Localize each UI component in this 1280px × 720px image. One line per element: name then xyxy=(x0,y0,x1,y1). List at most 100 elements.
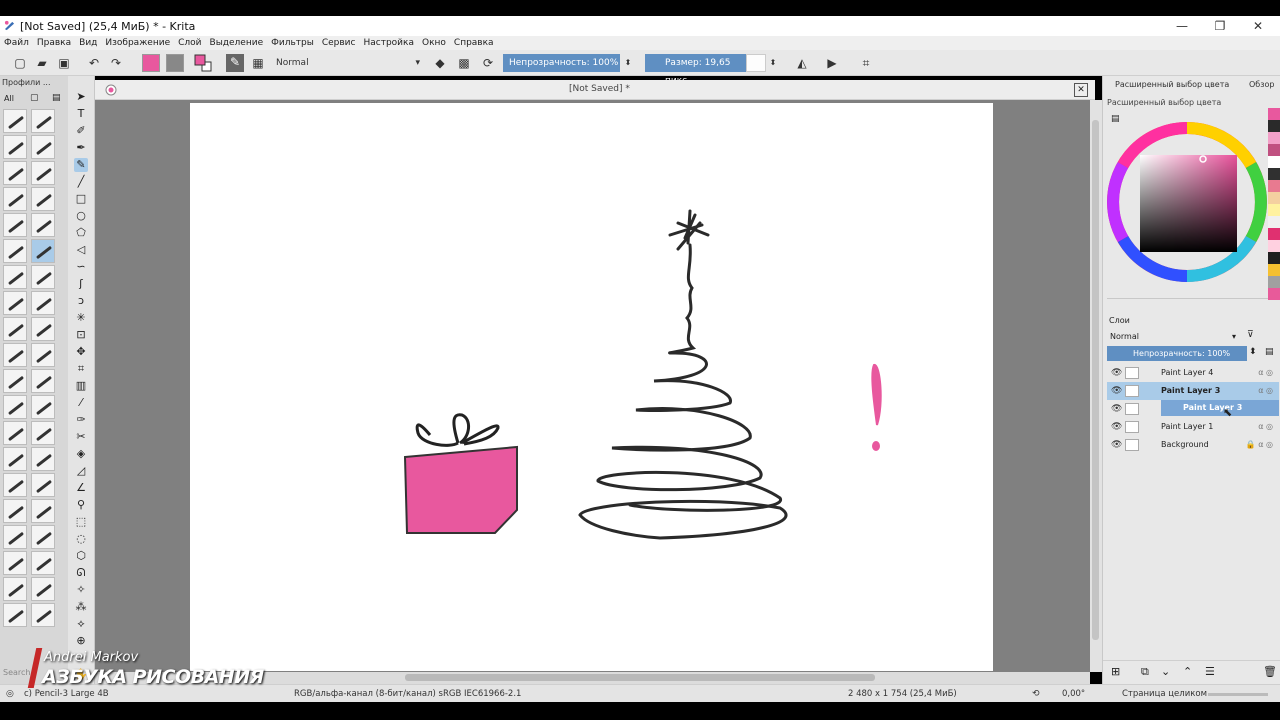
brush-preset-item[interactable] xyxy=(31,473,55,497)
preset-search-input[interactable]: Search xyxy=(3,668,30,677)
gradient-swatch[interactable] xyxy=(142,54,160,72)
filter-icon[interactable]: ⊽ xyxy=(1247,330,1254,340)
menu-tools[interactable]: Сервис xyxy=(322,38,356,48)
palette-swatch[interactable] xyxy=(1268,288,1280,300)
crop-tool-icon[interactable]: ⌗ xyxy=(74,362,88,376)
reload-preset-icon[interactable]: ⟳ xyxy=(480,55,496,71)
palette-swatch[interactable] xyxy=(1268,144,1280,156)
close-document-button[interactable]: ✕ xyxy=(1074,83,1088,97)
text-tool-icon[interactable]: T xyxy=(74,107,88,121)
brush-preset-item[interactable] xyxy=(31,161,55,185)
undo-icon[interactable]: ↶ xyxy=(86,55,102,71)
palette-swatch[interactable] xyxy=(1268,192,1280,204)
assistant-tool-icon[interactable]: ◿ xyxy=(74,464,88,478)
gradient-tool-icon[interactable]: ▥ xyxy=(74,379,88,393)
layer-flags-icon[interactable]: α ◎ xyxy=(1258,418,1273,436)
ellipse-select-tool-icon[interactable]: ◌ xyxy=(74,532,88,546)
add-layer-icon[interactable]: ⊞ xyxy=(1111,665,1120,678)
bezier-select-tool-icon[interactable]: ⟡ xyxy=(74,617,88,631)
open-folder-icon[interactable]: ▰ xyxy=(34,55,50,71)
menu-file[interactable]: Файл xyxy=(4,38,29,48)
maximize-button[interactable]: ❐ xyxy=(1200,16,1240,36)
brush-settings-icon[interactable]: ▦ xyxy=(250,55,266,71)
color-picker-tool-icon[interactable]: ⁄ xyxy=(74,396,88,410)
visibility-eye-icon[interactable]: 👁 xyxy=(1111,368,1122,378)
outline-select-tool-icon[interactable]: ᘏ xyxy=(74,566,88,580)
freehand-brush-tool-icon[interactable]: ✎ xyxy=(74,158,88,172)
freehand-path-tool-icon[interactable]: ʃ xyxy=(74,277,88,291)
menu-layer[interactable]: Слой xyxy=(178,38,201,48)
layer-row[interactable]: 👁 Paint Layer 3 α ◎ xyxy=(1107,382,1279,400)
vertical-scroll-thumb[interactable] xyxy=(1092,120,1099,640)
move-layer-down-icon[interactable]: ⌄ xyxy=(1161,665,1170,678)
brush-preset-item[interactable] xyxy=(31,499,55,523)
layer-opacity-slider[interactable]: Непрозрачность: 100% xyxy=(1107,346,1247,361)
palette-swatch[interactable] xyxy=(1268,216,1280,228)
brush-preset-item[interactable] xyxy=(3,265,27,289)
dynamic-brush-tool-icon[interactable]: ↄ xyxy=(74,294,88,308)
rotation-icon[interactable]: ⟲ xyxy=(1032,689,1040,699)
fg-bg-color-icon[interactable] xyxy=(194,54,212,72)
menu-edit[interactable]: Правка xyxy=(37,38,71,48)
menu-image[interactable]: Изображение xyxy=(105,38,170,48)
brush-preset-item[interactable] xyxy=(3,187,27,211)
brush-preset-item[interactable] xyxy=(31,551,55,575)
edit-shapes-tool-icon[interactable]: ✐ xyxy=(74,124,88,138)
brush-preset-item[interactable] xyxy=(31,447,55,471)
redo-icon[interactable]: ↷ xyxy=(108,55,124,71)
size-slider[interactable]: Размер: 19,65 пикс. xyxy=(645,54,747,86)
palette-swatch[interactable] xyxy=(1268,252,1280,264)
brush-preset-item[interactable] xyxy=(3,473,27,497)
menu-view[interactable]: Вид xyxy=(79,38,97,48)
brush-preset-item[interactable] xyxy=(3,343,27,367)
view-mode-icon[interactable]: ▤ xyxy=(52,93,61,103)
brush-preset-item[interactable] xyxy=(3,499,27,523)
pattern-swatch[interactable] xyxy=(166,54,184,72)
layer-row[interactable]: 👁 Paint Layer 1 α ◎ xyxy=(1107,418,1279,436)
delete-layer-icon[interactable]: 🗑 xyxy=(1263,665,1277,678)
layer-blend-select[interactable]: Normal ▾ xyxy=(1107,330,1239,343)
layer-opacity-stepper-icon[interactable]: ⬍ xyxy=(1249,347,1257,357)
drawing-paper[interactable] xyxy=(190,103,993,671)
rect-select-tool-icon[interactable]: ⬚ xyxy=(74,515,88,529)
menu-help[interactable]: Справка xyxy=(454,38,494,48)
brush-preset-item[interactable] xyxy=(31,187,55,211)
palette-swatch[interactable] xyxy=(1268,276,1280,288)
visibility-eye-icon[interactable]: 👁 xyxy=(1111,404,1122,414)
brush-preset-item[interactable] xyxy=(31,525,55,549)
tag-icon[interactable]: ▢ xyxy=(30,93,39,103)
layer-flags-icon[interactable]: α ◎ xyxy=(1258,364,1273,382)
palette-swatch[interactable] xyxy=(1268,264,1280,276)
similar-select-tool-icon[interactable]: ⁂ xyxy=(74,600,88,614)
tab-overview[interactable]: Обзор xyxy=(1249,80,1274,89)
line-tool-icon[interactable]: ╱ xyxy=(74,175,88,189)
preserve-alpha-icon[interactable]: ▩ xyxy=(456,55,472,71)
measure-tool-icon[interactable]: ∠ xyxy=(74,481,88,495)
polygon-tool-icon[interactable]: ⬠ xyxy=(74,226,88,240)
mirror-horizontal-icon[interactable]: ◭ xyxy=(794,55,810,71)
menu-select[interactable]: Выделение xyxy=(210,38,264,48)
brush-preset-item[interactable] xyxy=(3,421,27,445)
mirror-vertical-icon[interactable]: ▶ xyxy=(824,55,840,71)
magnetic-select-tool-icon[interactable]: ⊕ xyxy=(74,634,88,648)
brush-preset-item[interactable] xyxy=(3,551,27,575)
reference-tool-icon[interactable]: ⚲ xyxy=(74,498,88,512)
move-tool-icon[interactable]: ✥ xyxy=(74,345,88,359)
opacity-slider[interactable]: Непрозрачность: 100% xyxy=(503,54,620,72)
polyline-tool-icon[interactable]: ◁ xyxy=(74,243,88,257)
brush-preset-item[interactable] xyxy=(31,395,55,419)
select-shapes-tool-icon[interactable]: ➤ xyxy=(74,90,88,104)
palette-swatch[interactable] xyxy=(1268,228,1280,240)
brush-preset-item[interactable] xyxy=(3,317,27,341)
tab-advanced-color-selector[interactable]: Расширенный выбор цвета xyxy=(1115,80,1229,89)
move-layer-up-icon[interactable]: ⌃ xyxy=(1183,665,1192,678)
colorize-mask-tool-icon[interactable]: ✑ xyxy=(74,413,88,427)
brush-preset-item[interactable] xyxy=(3,447,27,471)
palette-swatch[interactable] xyxy=(1268,180,1280,192)
brush-preset-item[interactable] xyxy=(3,135,27,159)
preset-filter[interactable]: All xyxy=(4,94,14,103)
size-slider-remainder[interactable] xyxy=(746,54,766,72)
palette-swatch[interactable] xyxy=(1268,156,1280,168)
multibrush-tool-icon[interactable]: ✳ xyxy=(74,311,88,325)
brush-preset-icon[interactable]: ✎ xyxy=(226,54,244,72)
